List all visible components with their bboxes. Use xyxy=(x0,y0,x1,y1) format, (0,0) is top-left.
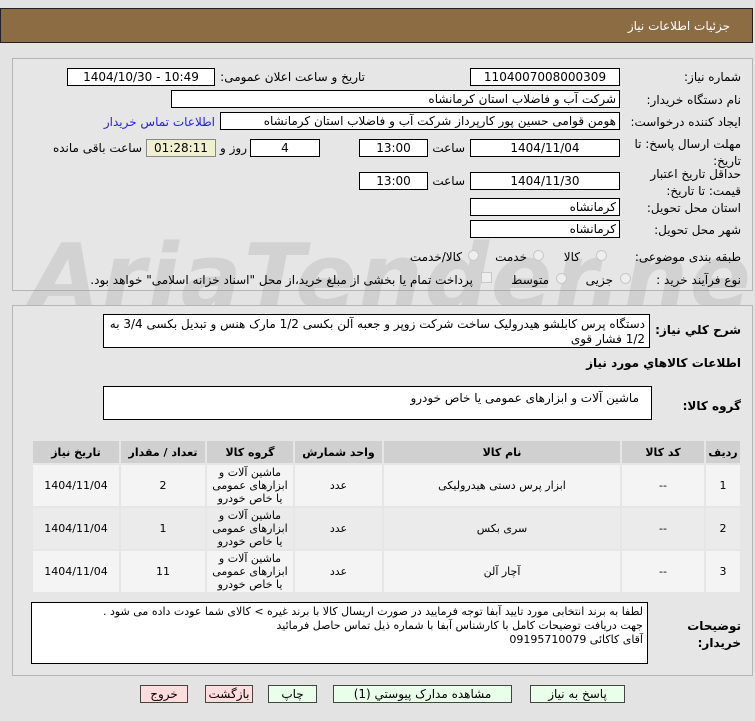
view-attachments-button[interactable]: مشاهده مدارک پیوستي (1) xyxy=(333,685,512,703)
announce-field[interactable]: 1404/10/30 - 10:49 xyxy=(67,68,215,86)
table-row: 2 -- سری بکس عدد ماشین آلات و ابزارهای عمومی… xyxy=(33,508,740,549)
purchase-option-minor: جزیی xyxy=(585,273,613,287)
table-row: 3 -- آچار آلن عدد ماشین آلات و ابزارهای عموم… xyxy=(33,551,740,592)
notes-line: لطفا به برند انتخابی مورد تایید آبفا توج… xyxy=(102,605,643,618)
city-label: شهر محل تحویل: xyxy=(654,223,741,237)
col-group: گروه کالا xyxy=(207,441,293,463)
cell-row: 2 xyxy=(706,508,740,549)
cell-name: آچار آلن xyxy=(384,551,620,592)
cell-row: 3 xyxy=(706,551,740,592)
description-label: شرح کلي نياز: xyxy=(655,323,741,337)
cell-date: 1404/11/04 xyxy=(33,551,119,592)
creator-field[interactable]: هومن قوامی حسین پور کارپرداز شرکت آب و ف… xyxy=(220,112,620,130)
category-radio-service[interactable] xyxy=(533,250,544,261)
cell-quantity: 2 xyxy=(121,465,205,506)
city-field[interactable]: کرمانشاه xyxy=(470,220,620,238)
print-button[interactable]: چاپ xyxy=(268,685,317,703)
cell-code: -- xyxy=(622,465,704,506)
cell-quantity: 11 xyxy=(121,551,205,592)
purchase-type-label: نوع فرآیند خرید : xyxy=(656,273,741,287)
province-field[interactable]: کرمانشاه xyxy=(470,198,620,216)
remaining-time: 01:28:11 xyxy=(146,139,216,157)
cell-code: -- xyxy=(622,508,704,549)
reply-button[interactable]: پاسخ به نیاز xyxy=(530,685,625,703)
announce-label: تاریخ و ساعت اعلان عمومی: xyxy=(220,70,365,84)
purchase-radio-medium[interactable] xyxy=(556,273,567,284)
creator-label: ایجاد کننده درخواست: xyxy=(630,115,741,129)
back-button[interactable]: بازگشت xyxy=(205,685,253,703)
goods-info-heading: اطلاعات کالاهاي مورد نياز xyxy=(586,356,741,370)
description-textarea[interactable]: دستگاه پرس کابلشو هیدرولیک ساخت شرکت زوپ… xyxy=(103,314,650,348)
treasury-payment-note: پرداخت تمام یا بخشی از مبلغ خرید،از محل … xyxy=(90,273,473,287)
need-number-field[interactable]: 1104007008000309 xyxy=(470,68,620,86)
buyer-contact-link[interactable]: اطلاعات تماس خریدار xyxy=(104,115,215,129)
deadline-date-field[interactable]: 1404/11/04 xyxy=(470,139,620,157)
cell-row: 1 xyxy=(706,465,740,506)
category-option-both: کالا/خدمت xyxy=(409,250,462,264)
buyer-notes-label: توضیحات خریدار: xyxy=(687,619,741,650)
purchase-option-medium: متوسط xyxy=(511,273,549,287)
page-header: جزئیات اطلاعات نیاز xyxy=(0,8,753,43)
goods-group-label: گروه کالا: xyxy=(682,399,741,413)
cell-unit: عدد xyxy=(295,465,382,506)
cell-code: -- xyxy=(622,551,704,592)
validity-time-label: ساعت xyxy=(432,174,465,188)
validity-date-field[interactable]: 1404/11/30 xyxy=(470,172,620,190)
days-label: روز و xyxy=(220,141,247,155)
goods-group-textarea[interactable]: ماشین آلات و ابزارهای عمومی یا خاص خودرو xyxy=(103,386,652,420)
validity-time-field[interactable]: 13:00 xyxy=(359,172,428,190)
cell-date: 1404/11/04 xyxy=(33,508,119,549)
page-title: جزئیات اطلاعات نیاز xyxy=(627,19,730,33)
purchase-radio-minor[interactable] xyxy=(620,273,631,284)
notes-line: جهت دریافت توضیحات کامل با کارشناس آبفا … xyxy=(276,619,643,632)
col-code: کد کالا xyxy=(622,441,704,463)
treasury-payment-checkbox[interactable] xyxy=(481,272,492,283)
cell-unit: عدد xyxy=(295,551,382,592)
need-number-label: شماره نیاز: xyxy=(684,70,741,84)
cell-unit: عدد xyxy=(295,508,382,549)
goods-table: ردیف کد کالا نام کالا واحد شمارش گروه کا… xyxy=(31,439,742,594)
category-label: طبقه بندی موضوعی: xyxy=(634,250,741,264)
exit-button[interactable]: خروج xyxy=(140,685,188,703)
cell-group: ماشین آلات و ابزارهای عمومی یا خاص خودرو xyxy=(207,465,293,506)
cell-group: ماشین آلات و ابزارهای عمومی یا خاص خودرو xyxy=(207,551,293,592)
table-header-row: ردیف کد کالا نام کالا واحد شمارش گروه کا… xyxy=(33,441,740,463)
buyer-notes-textarea[interactable]: لطفا به برند انتخابی مورد تایید آبفا توج… xyxy=(31,602,648,664)
deadline-time-field[interactable]: 13:00 xyxy=(359,139,428,157)
province-label: استان محل تحویل: xyxy=(646,201,741,215)
col-row: ردیف xyxy=(706,441,740,463)
buyer-field[interactable]: شرکت آب و فاضلاب استان کرمانشاه xyxy=(171,90,620,108)
col-name: نام کالا xyxy=(384,441,620,463)
remaining-label: ساعت باقی مانده xyxy=(52,141,142,155)
col-date: تاریخ نیاز xyxy=(33,441,119,463)
cell-quantity: 1 xyxy=(121,508,205,549)
validity-label: حداقل تاریخ اعتبار قیمت: تا تاریخ: xyxy=(650,167,741,198)
cell-name: ابزار پرس دستی هیدرولیکی xyxy=(384,465,620,506)
table-row: 1 -- ابزار پرس دستی هیدرولیکی عدد ماشین آلات… xyxy=(33,465,740,506)
days-field[interactable]: 4 xyxy=(250,139,320,157)
category-option-service: خدمت xyxy=(495,250,527,264)
buyer-label: نام دستگاه خریدار: xyxy=(646,93,742,107)
deadline-time-label: ساعت xyxy=(432,141,465,155)
category-radio-goods[interactable] xyxy=(596,250,607,261)
cell-date: 1404/11/04 xyxy=(33,465,119,506)
cell-group: ماشین آلات و ابزارهای عمومی یا خاص خودرو xyxy=(207,508,293,549)
category-option-goods: کالا xyxy=(563,250,580,264)
cell-name: سری بکس xyxy=(384,508,620,549)
col-quantity: تعداد / مقدار xyxy=(121,441,205,463)
category-radio-both[interactable] xyxy=(468,250,479,261)
deadline-label: مهلت ارسال پاسخ: تا تاریخ: xyxy=(634,137,741,168)
col-unit: واحد شمارش xyxy=(295,441,382,463)
notes-line: آقای کاکائی 09195710079 xyxy=(509,633,643,646)
